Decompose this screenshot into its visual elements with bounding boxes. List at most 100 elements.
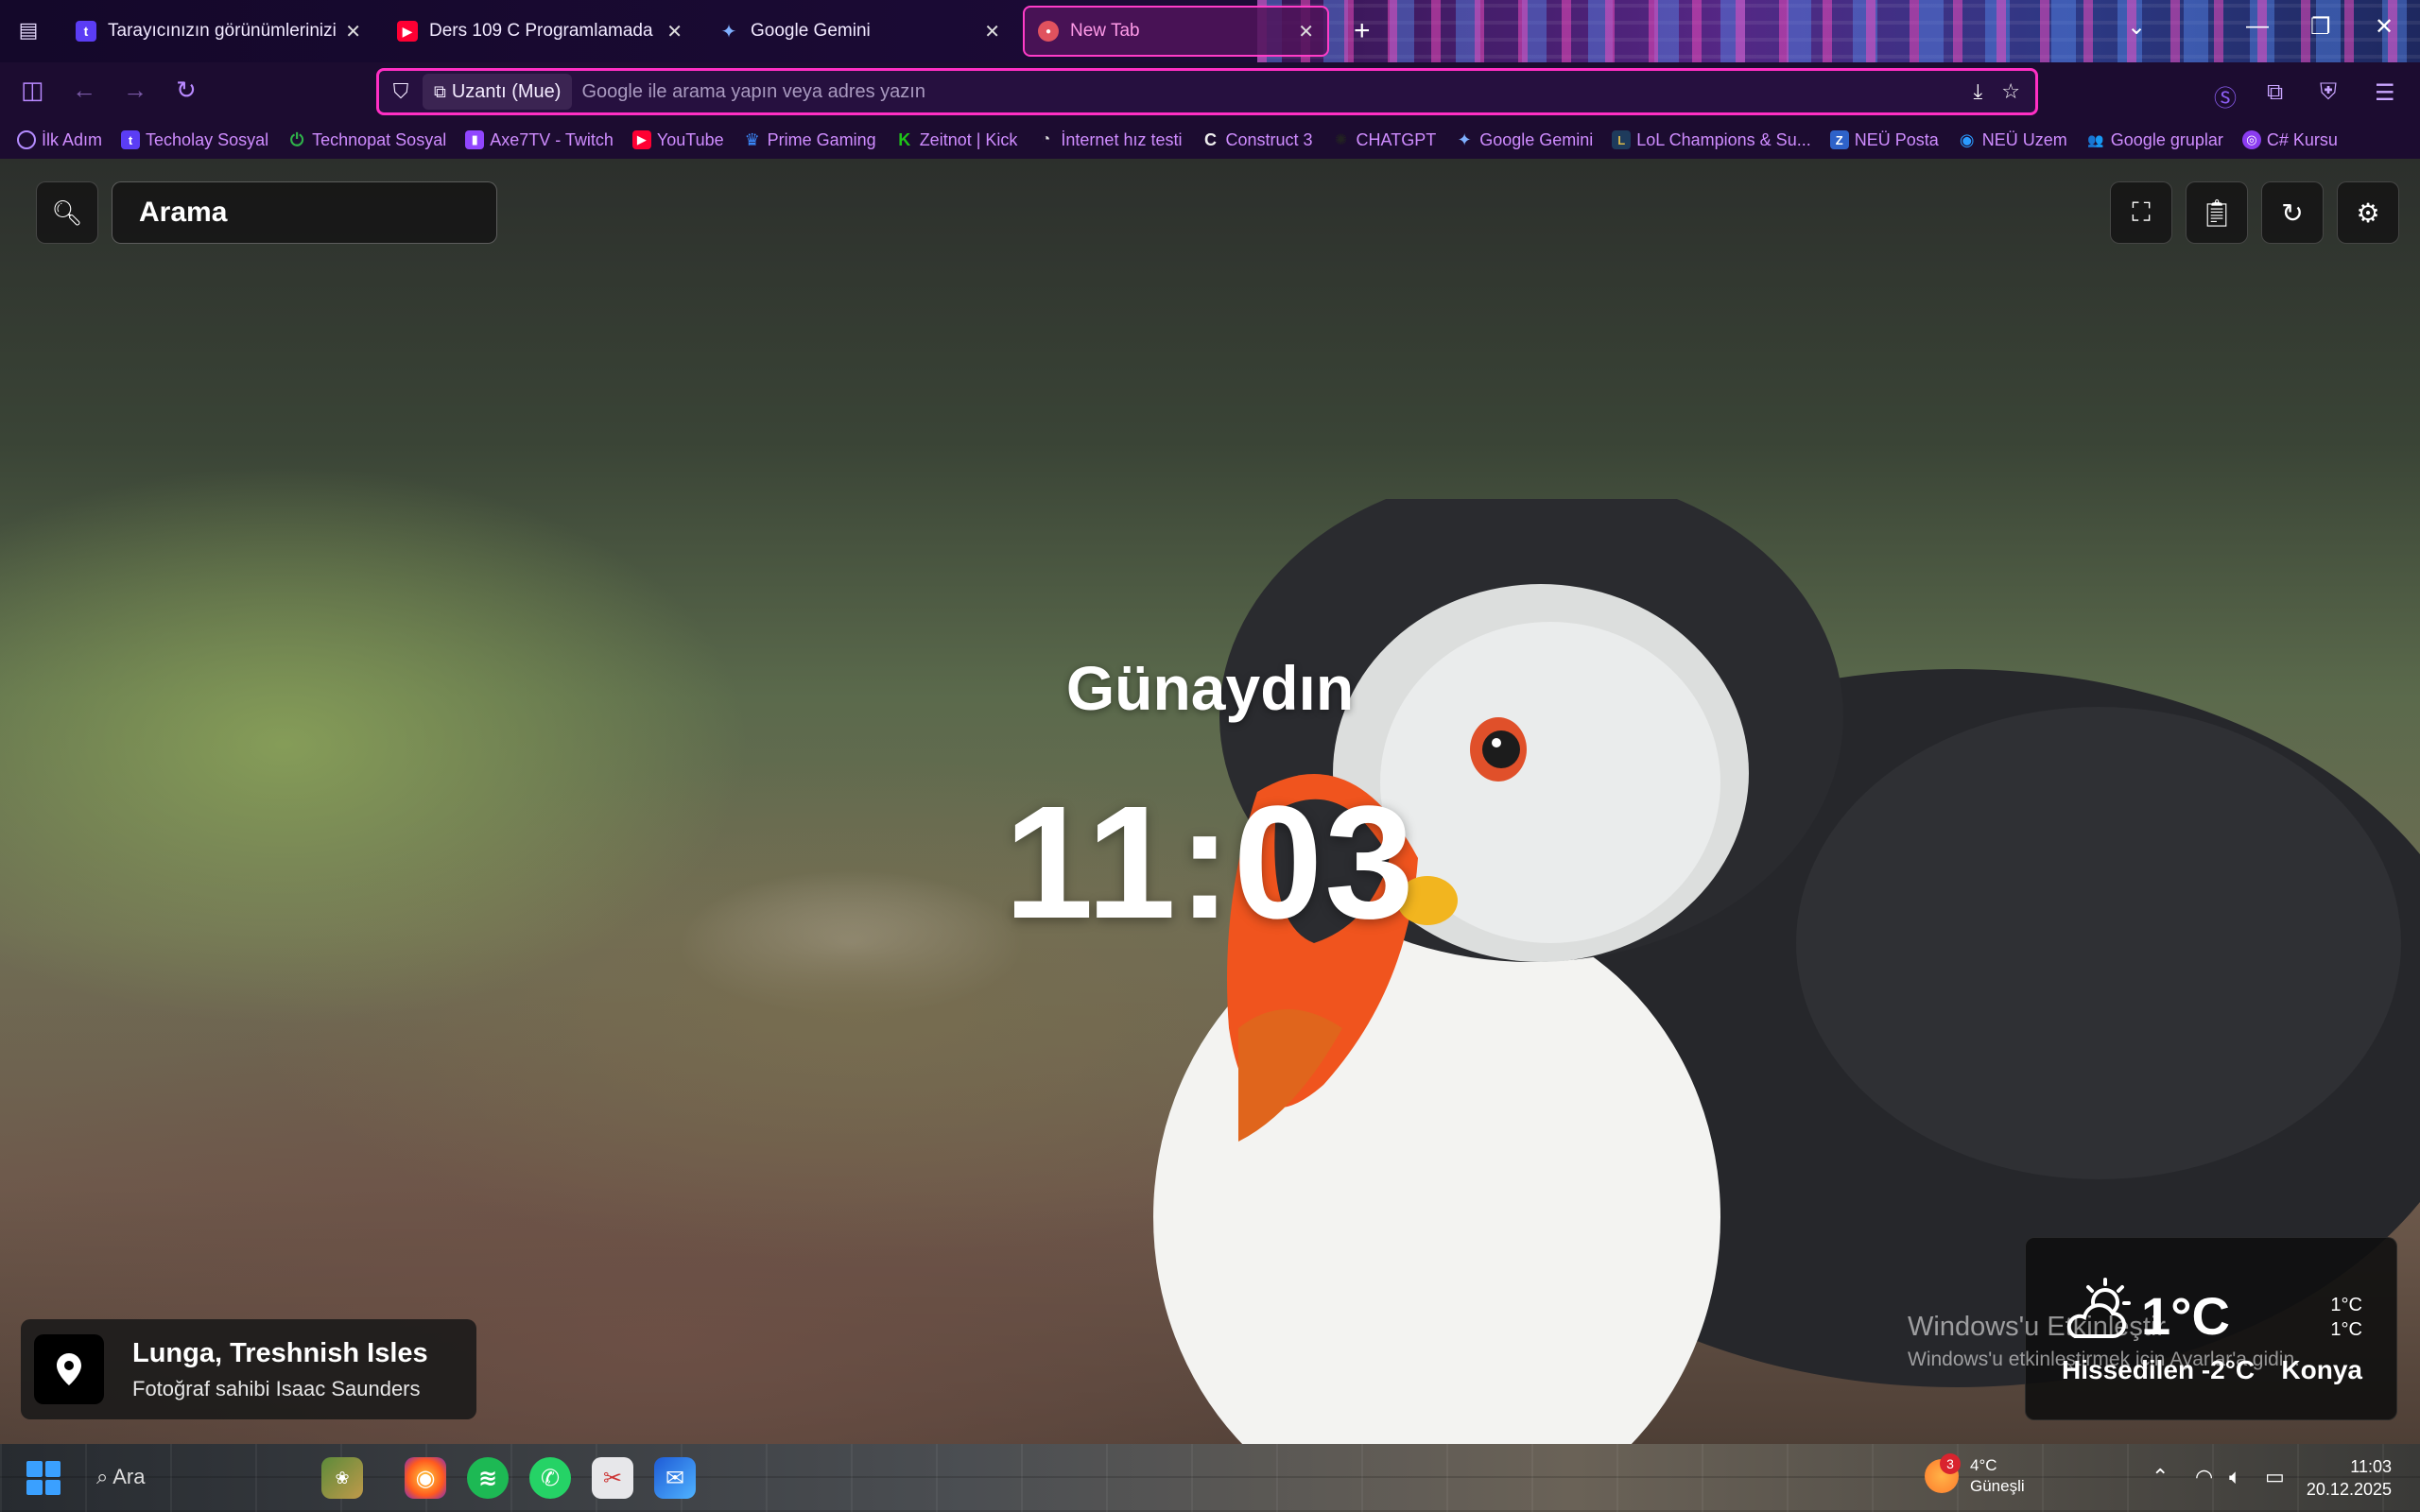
close-tab-icon[interactable]: ✕ (666, 20, 683, 43)
tab-title: New Tab (1070, 21, 1140, 41)
bookmark-speedtest[interactable]: ◔ İnternet hız testi (1036, 129, 1183, 150)
taskbar-date: 20.12.2025 (2306, 1480, 2392, 1499)
install-app-icon[interactable]: ⤓ (1974, 79, 1983, 104)
windows-taskbar: ⌕ Ara ❀ ◉ ≋ ✆ ✂ ✉ 3 4°C Güneşli ⌃ ◠ 🔈︎ ▭… (0, 1444, 2420, 1512)
extensions-puzzle-icon[interactable]: ⧉ (2267, 79, 2283, 106)
csharp-icon: ◎ (2241, 130, 2261, 149)
refresh-background-icon[interactable]: ↻ (2261, 181, 2324, 244)
search-input[interactable] (112, 181, 497, 244)
address-input[interactable] (581, 80, 1974, 103)
back-arrow-icon[interactable]: ← (72, 76, 96, 105)
openai-icon: ✺ (1334, 132, 1348, 148)
tab-list-icon[interactable]: ▤ (13, 15, 43, 45)
tab-title: Tarayıcınızın görünümlerinizi pa (108, 21, 337, 41)
bookmark-ilk-adim[interactable]: İlk Adım (17, 130, 102, 150)
taskbar-weather[interactable]: 3 4°C Güneşli (1925, 1453, 2025, 1497)
extension-s-icon[interactable]: Ⓢ (2214, 79, 2237, 112)
bookmark-prime-gaming[interactable]: ♛ Prime Gaming (743, 130, 876, 150)
tab-overflow-chevron-icon[interactable]: ⌄ (2127, 13, 2146, 41)
menu-hamburger-icon[interactable]: ☰ (2375, 79, 2395, 107)
weather-high-low: 1°C 1°C (2330, 1293, 2362, 1342)
bookmark-label: Google gruplar (2110, 129, 2223, 149)
taskbar-time: 11:03 (2350, 1457, 2392, 1476)
reload-icon[interactable]: ↻ (176, 76, 197, 105)
restore-icon[interactable]: ❐ (2310, 13, 2331, 41)
bookmark-label: NEÜ Posta (1854, 129, 1939, 149)
bookmark-google-groups[interactable]: 👥 Google gruplar (2086, 130, 2223, 150)
forward-arrow-icon[interactable]: → (123, 76, 147, 105)
bookmark-technopat[interactable]: ⏻ Technopat Sosyal (287, 130, 446, 150)
taskbar-weather-desc: Güneşli (1970, 1477, 2025, 1495)
tab-youtube-ders[interactable]: ▶ Ders 109 C Programlamada Büy ✕ (384, 6, 696, 57)
firefox-icon[interactable]: ◉ (405, 1457, 446, 1499)
construct-icon: C (1203, 129, 1217, 149)
minimize-icon[interactable]: — (2246, 13, 2269, 40)
techolay-icon: t (121, 130, 141, 149)
groups-icon: 👥 (2087, 131, 2104, 147)
tracking-shield-icon[interactable]: ⛉ (379, 79, 423, 104)
bookmark-label: Prime Gaming (767, 129, 876, 149)
sidebar-toggle-icon[interactable]: ◫ (21, 76, 44, 105)
wifi-icon[interactable]: ◠ (2195, 1465, 2213, 1489)
notes-clipboard-icon[interactable]: 📋︎ (2186, 181, 2248, 244)
bookmark-chatgpt[interactable]: ✺ CHATGPT (1332, 130, 1436, 150)
bookmark-youtube[interactable]: ▶ YouTube (631, 129, 724, 150)
new-tab-plus-icon[interactable]: + (1354, 15, 1371, 47)
widgets-icon[interactable]: ❀ (321, 1457, 363, 1499)
location-pin-icon (34, 1334, 104, 1404)
ublock-shield-icon[interactable]: ⛨ (2320, 79, 2337, 106)
outlook-icon[interactable]: ✉ (654, 1457, 696, 1499)
tray-overflow-chevron-icon[interactable]: ⌃ (2152, 1465, 2169, 1489)
bookmark-neu-uzem[interactable]: ◉ NEÜ Uzem (1958, 130, 2067, 150)
taskbar-clock[interactable]: 11:03 20.12.2025 (2307, 1455, 2392, 1501)
bookmark-label: Construct 3 (1225, 129, 1313, 149)
tab-bar: ▤ t Tarayıcınızın görünümlerinizi pa ✕ ▶… (0, 0, 2420, 62)
gemini-favicon-icon: ✦ (720, 21, 737, 43)
close-tab-icon[interactable]: ✕ (345, 20, 361, 43)
bookmark-label: İlk Adım (42, 129, 103, 149)
bookmark-label: YouTube (656, 129, 724, 149)
bookmark-construct3[interactable]: C Construct 3 (1201, 129, 1313, 150)
bookmark-gemini[interactable]: ✦ Google Gemini (1455, 129, 1594, 150)
close-tab-icon[interactable]: ✕ (1298, 20, 1314, 43)
bookmark-label: Google Gemini (1479, 129, 1594, 149)
bookmark-kick[interactable]: K Zeitnot | Kick (895, 129, 1017, 150)
taskbar-search[interactable]: ⌕ Ara (96, 1465, 145, 1489)
bookmark-lol[interactable]: L LoL Champions & Su... (1612, 129, 1811, 150)
volume-icon[interactable]: 🔈︎ (2229, 1465, 2241, 1489)
weather-low: 1°C (2330, 1319, 2362, 1340)
bookmarks-toolbar: İlk Adım t Techolay Sosyal ⏻ Technopat Sos… (0, 121, 2420, 159)
close-tab-icon[interactable]: ✕ (984, 20, 1000, 43)
bookmark-csharp[interactable]: ◎ C# Kursu (2241, 130, 2338, 150)
settings-gear-icon[interactable]: ⚙ (2337, 181, 2399, 244)
bookmark-star-icon[interactable]: ☆ (2001, 79, 2020, 104)
windows-start-icon[interactable] (26, 1461, 60, 1495)
tab-gemini[interactable]: ✦ Google Gemini ✕ (705, 6, 1013, 57)
spotify-icon[interactable]: ≋ (467, 1457, 509, 1499)
bookmark-label: LoL Champions & Su... (1636, 129, 1811, 149)
youtube-favicon-icon: ▶ (397, 21, 418, 42)
bookmark-label: Technopat Sosyal (312, 129, 447, 149)
bookmark-neu-posta[interactable]: Z NEÜ Posta (1829, 129, 1939, 150)
location-title: Lunga, Treshnish Isles (132, 1337, 428, 1368)
activation-title: Windows'u Etkinleştir (1908, 1312, 2167, 1342)
power-icon: ⏻ (289, 129, 304, 149)
search-icon[interactable]: 🔍︎ (36, 181, 98, 244)
photo-location-card[interactable]: Lunga, Treshnish Isles Fotoğraf sahibi I… (21, 1319, 476, 1419)
bookmark-twitch[interactable]: ▮ Axe7TV - Twitch (465, 130, 614, 150)
kick-icon: K (898, 129, 911, 149)
extension-identity-button[interactable]: ⧉ Uzantı (Mue) (423, 74, 573, 110)
fullscreen-icon[interactable]: ⛶ (2110, 181, 2172, 244)
uzem-icon: ◉ (1959, 129, 1975, 149)
snipping-tool-icon[interactable]: ✂ (592, 1457, 633, 1499)
url-bar[interactable]: ⛉ ⧉ Uzantı (Mue) ⤓ ☆ (376, 68, 2038, 115)
tab-techolay[interactable]: t Tarayıcınızın görünümlerinizi pa ✕ (62, 6, 374, 57)
clock-time: 11:03 (1004, 773, 1416, 953)
tab-new-tab[interactable]: ● New Tab ✕ (1023, 6, 1329, 57)
battery-icon[interactable]: ▭ (2265, 1465, 2285, 1489)
close-window-icon[interactable]: ✕ (2375, 13, 2394, 41)
bookmark-techolay[interactable]: t Techolay Sosyal (121, 130, 268, 150)
crown-icon: ♛ (744, 129, 760, 149)
bookmark-label: İnternet hız testi (1061, 129, 1183, 149)
whatsapp-icon[interactable]: ✆ (529, 1457, 571, 1499)
